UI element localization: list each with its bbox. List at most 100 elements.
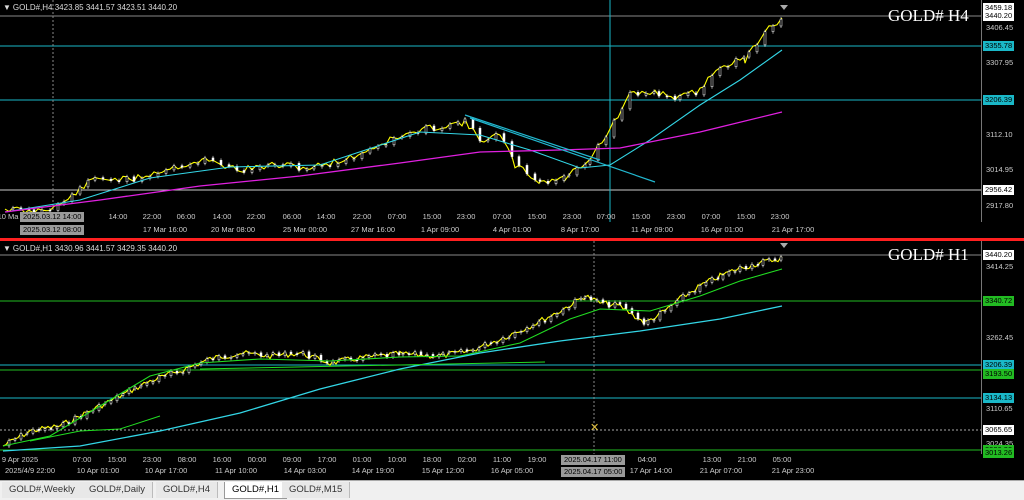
candle-body — [589, 296, 593, 301]
candle-body — [642, 318, 646, 325]
h4-price-label: 3440.20 — [983, 11, 1015, 21]
candle-body — [771, 25, 775, 32]
candle-body — [180, 165, 184, 168]
candle-body — [448, 123, 452, 129]
candle-body — [163, 375, 167, 377]
h4-time-label: 07:00 — [492, 212, 512, 221]
collapse-triangle-icon[interactable]: ▼ — [3, 244, 11, 253]
candle-body — [779, 18, 783, 27]
h1-price-plot[interactable]: ✕ — [0, 241, 1024, 480]
candle-body — [604, 136, 608, 146]
h1-cross-marker-icon: ✕ — [590, 421, 599, 434]
collapse-triangle-icon[interactable]: ▼ — [3, 3, 11, 12]
candle-body — [755, 44, 759, 53]
h4-time-label: 22:00 — [246, 212, 266, 221]
h4-chart-pane[interactable]: ▼ GOLD#,H4 3423.85 3441.57 3423.51 3440.2… — [0, 0, 1024, 238]
h4-date-label: 17 Mar 16:00 — [142, 225, 188, 234]
h1-date-label: 11 Apr 10:00 — [215, 466, 257, 475]
h4-cursor-time-label: 2025.03.12 14:00 — [20, 212, 85, 222]
candle-body — [687, 292, 691, 295]
chart-tab[interactable]: GOLD#,H4 — [156, 482, 218, 498]
h1-fast-ma-line — [2, 255, 783, 447]
candle-body — [471, 118, 475, 129]
h1-price-axis[interactable]: 3414.25 3262.45 3110.65 3024.35 3440.20 3340.… — [981, 241, 1024, 458]
candle-body — [483, 342, 487, 348]
candle-body — [397, 352, 401, 356]
chart-tab[interactable]: GOLD#,Daily — [82, 482, 153, 498]
candle-body — [219, 160, 223, 165]
h4-time-label: 15:00 — [422, 212, 442, 221]
h1-date-label: 2025/4/9 22:00 — [4, 466, 56, 475]
candle-body — [379, 353, 383, 356]
candle-body — [441, 352, 445, 355]
candle-body — [407, 353, 411, 355]
candle-body — [70, 193, 74, 202]
candle-body — [710, 75, 714, 87]
candle-body — [456, 121, 460, 125]
h4-time-axis[interactable]: 10 Maar 00:0014:0022:0006:0014:0022:0006… — [0, 212, 1024, 238]
candle-body — [265, 354, 269, 357]
h4-price-label: 3206.39 — [983, 95, 1015, 105]
candle-body — [678, 95, 682, 100]
candle-body — [211, 358, 215, 361]
h1-symbol-label: GOLD# H1 — [888, 245, 969, 264]
h1-time-label: 01:00 — [352, 455, 372, 464]
candle-body — [367, 355, 371, 358]
candle-body — [307, 351, 311, 359]
h4-price-axis[interactable]: 3406.45 3307.95 3112.10 3014.95 2917.80 3459.… — [981, 0, 1024, 222]
h1-date-label: 14 Apr 03:00 — [283, 466, 327, 475]
h1-time-axis[interactable]: 9 Apr 2025 07:00 15:00 23:00 08:00 16:00 00:00… — [0, 454, 1024, 480]
h1-time-label: 04:00 — [637, 455, 657, 464]
candle-body — [187, 366, 191, 373]
candle-body — [19, 433, 23, 440]
candle-body — [259, 352, 263, 357]
candle-body — [217, 355, 221, 361]
candle-body — [360, 152, 364, 159]
h1-time-label: 07:00 — [72, 455, 92, 464]
candle-body — [471, 349, 475, 352]
candle-body — [169, 371, 173, 376]
candle-body — [501, 337, 505, 343]
candle-body — [401, 353, 405, 356]
candle-body — [49, 428, 53, 430]
candle-body — [43, 428, 47, 431]
h1-price-label: 3440.20 — [983, 250, 1015, 260]
candle-body — [25, 432, 29, 435]
candle-body — [596, 144, 600, 161]
h1-chart-pane[interactable]: ✕ ▼ GOLD#,H1 3430.96 3441.57 3429.35 3440… — [0, 241, 1024, 480]
h4-price-plot[interactable] — [0, 0, 1024, 238]
h1-time-label: 02:00 — [457, 455, 477, 464]
candle-body — [588, 159, 592, 165]
candle-body — [673, 95, 677, 100]
chart-tab[interactable]: GOLD#,H1 — [224, 482, 287, 499]
chart-tab[interactable]: GOLD#,M15 — [282, 482, 351, 498]
candle-body — [525, 327, 529, 332]
h1-time-label: 05:00 — [772, 455, 792, 464]
candle-body — [48, 209, 52, 212]
candle-body — [477, 347, 481, 351]
candle-body — [636, 312, 640, 320]
candle-body — [744, 266, 748, 270]
candle-body — [502, 133, 506, 142]
h4-slow-ma-line — [4, 111, 783, 213]
h4-date-label: 20 Mar 08:00 — [210, 225, 256, 234]
h4-date-label: 27 Mar 16:00 — [350, 225, 396, 234]
candle-body — [328, 165, 332, 167]
candle-body — [289, 351, 293, 354]
h4-time-label: 22:00 — [142, 212, 162, 221]
h4-price-label: 3355.78 — [983, 41, 1015, 51]
candle-body — [486, 139, 490, 142]
h4-price-tick: 3112.10 — [986, 130, 1013, 139]
chart-tab[interactable]: GOLD#,Weekly — [2, 482, 83, 498]
h4-time-label: 07:00 — [701, 212, 721, 221]
h4-time-label: 10 Ma — [0, 212, 19, 221]
candle-body — [658, 311, 662, 321]
candle-body — [325, 360, 329, 364]
candle-body — [101, 177, 105, 180]
h4-date-label: 21 Apr 17:00 — [771, 225, 815, 234]
h1-time-label: 9 Apr 2025 — [1, 455, 39, 464]
h4-price-tick: 3406.45 — [986, 23, 1014, 32]
candle-body — [463, 118, 467, 123]
candle-body — [652, 319, 656, 322]
h1-mid-ma-line — [2, 268, 783, 447]
